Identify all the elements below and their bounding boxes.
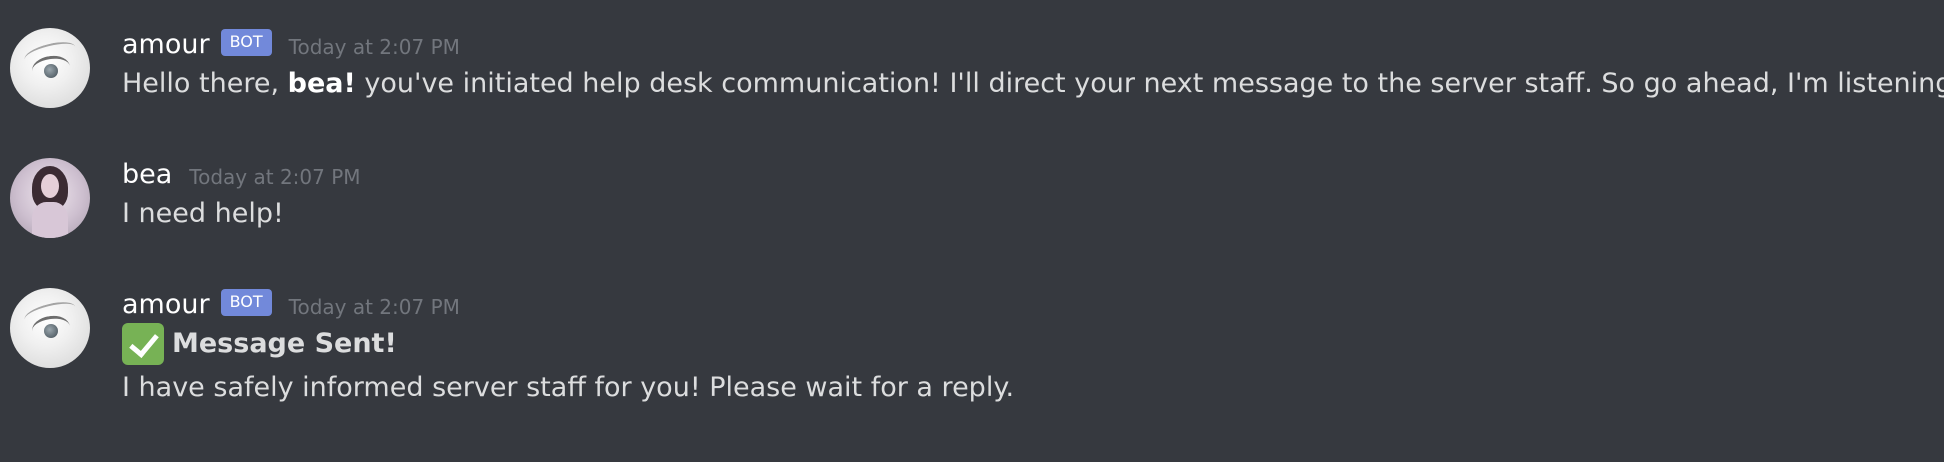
white-check-mark-icon [122, 323, 164, 365]
message-sent-title-text: Message Sent! [172, 328, 397, 359]
timestamp[interactable]: Today at 2:07 PM [189, 160, 360, 194]
avatar-iris [44, 64, 58, 78]
avatar-iris [44, 324, 58, 338]
message-content: bea Today at 2:07 PM I need help! [122, 158, 1944, 236]
message-text: I have safely informed server staff for … [122, 372, 1015, 403]
user-avatar[interactable] [10, 158, 90, 238]
username[interactable]: amour [122, 288, 210, 322]
username[interactable]: amour [122, 28, 210, 62]
message-text: I need help! [122, 198, 284, 229]
bot-badge: BOT [220, 288, 272, 316]
message-text: Hello there, bea! you've initiated help … [122, 62, 1944, 106]
message-content: amour BOT Today at 2:07 PM Hello there, … [122, 28, 1944, 106]
timestamp[interactable]: Today at 2:07 PM [289, 290, 460, 324]
timestamp[interactable]: Today at 2:07 PM [289, 30, 460, 64]
bold-mention: bea! [287, 68, 356, 99]
bot-badge: BOT [220, 28, 272, 56]
username[interactable]: bea [122, 158, 172, 192]
message-content: amour BOT Today at 2:07 PM Message Sent!… [122, 288, 1944, 410]
bot-avatar[interactable] [10, 288, 90, 368]
message-header: amour BOT Today at 2:07 PM [122, 288, 1944, 322]
avatar-face [41, 174, 59, 198]
message-text-end: you've initiated help desk communication… [364, 68, 1944, 99]
message-text-start: Hello there, [122, 68, 280, 99]
bot-avatar[interactable] [10, 28, 90, 108]
message-header: bea Today at 2:07 PM [122, 158, 1944, 192]
chat-messages: amour BOT Today at 2:07 PM Hello there, … [0, 0, 1944, 462]
message-header: amour BOT Today at 2:07 PM [122, 28, 1944, 62]
avatar-body [32, 202, 68, 238]
message-sent-title: Message Sent! [122, 322, 1944, 366]
